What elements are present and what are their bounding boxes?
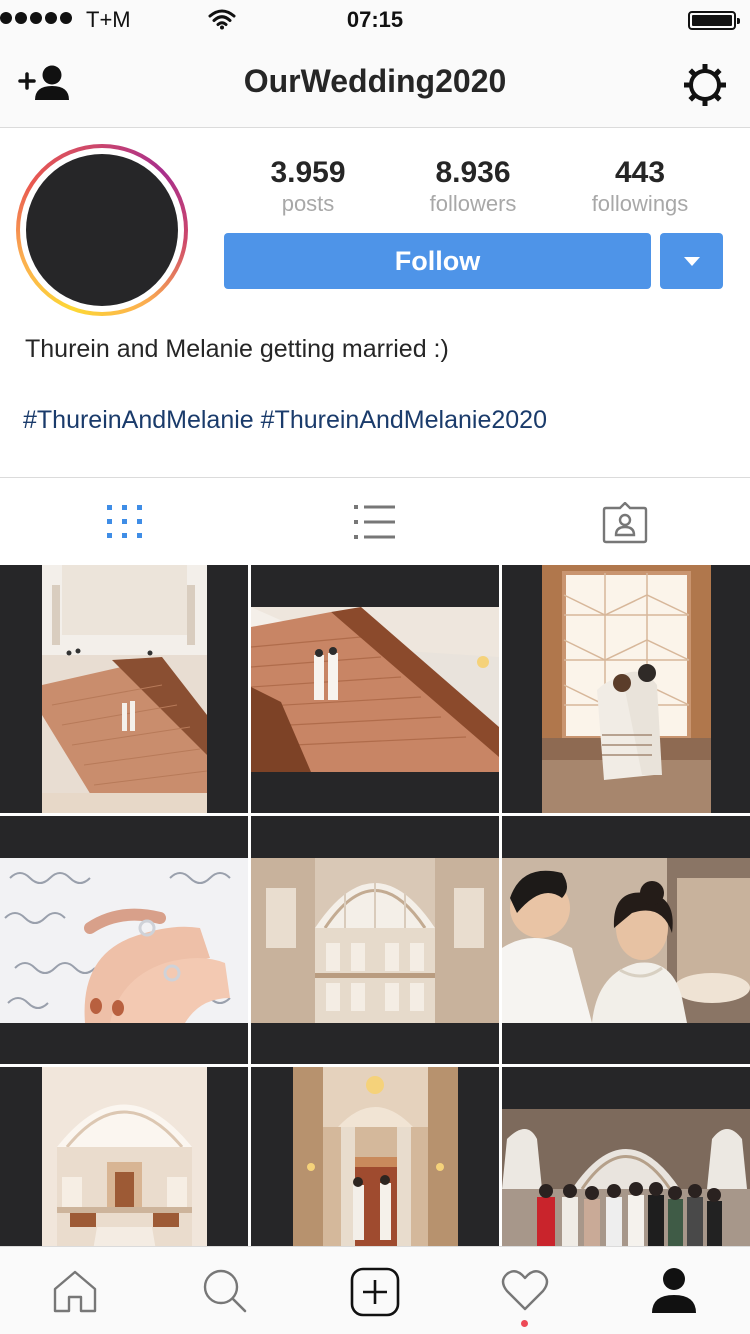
home-icon xyxy=(53,1270,97,1313)
followings-count: 443 xyxy=(614,156,666,189)
post-thumbnail[interactable] xyxy=(251,1067,499,1246)
post-thumbnail[interactable] xyxy=(502,816,750,1064)
tab-grid[interactable] xyxy=(0,478,250,566)
tab-search[interactable] xyxy=(150,1247,300,1334)
hashtag-link[interactable]: #ThureinAndMelanie2020 xyxy=(261,406,547,434)
posts-stat[interactable]: 3.959 posts xyxy=(228,155,388,217)
gear-icon[interactable] xyxy=(683,63,727,107)
post-thumbnail[interactable] xyxy=(251,565,499,813)
bio-hashtags: #ThureinAndMelanie #ThureinAndMelanie202… xyxy=(23,406,547,435)
post-photo xyxy=(42,1067,207,1246)
post-thumbnail[interactable] xyxy=(0,816,248,1064)
tab-list[interactable] xyxy=(250,478,500,566)
post-photo xyxy=(293,1067,458,1246)
profile-view-tabs xyxy=(0,477,750,565)
posts-label: posts xyxy=(281,191,335,216)
post-photo xyxy=(502,1109,750,1246)
battery-icon xyxy=(688,11,740,30)
posts-count: 3.959 xyxy=(270,156,346,189)
post-thumbnail[interactable] xyxy=(0,1067,248,1246)
followings-label: followings xyxy=(591,191,689,216)
avatar[interactable] xyxy=(26,154,178,306)
post-photo xyxy=(502,858,750,1023)
photo-grid xyxy=(0,565,750,1246)
notification-dot xyxy=(521,1320,528,1327)
followers-label: followers xyxy=(429,191,517,216)
post-photo xyxy=(251,858,499,1023)
list-icon xyxy=(354,505,395,539)
profile-bio: Thurein and Melanie getting married :) xyxy=(25,335,449,363)
search-icon xyxy=(203,1269,247,1313)
heart-icon xyxy=(501,1270,549,1311)
follow-button[interactable]: Follow xyxy=(224,233,651,289)
grid-icon xyxy=(107,505,142,538)
status-bar: T+M 07:15 xyxy=(0,0,750,40)
post-photo xyxy=(251,607,499,772)
page-title: OurWedding2020 xyxy=(243,63,507,99)
post-thumbnail[interactable] xyxy=(502,1067,750,1246)
post-thumbnail[interactable] xyxy=(251,816,499,1064)
tab-home[interactable] xyxy=(0,1247,150,1334)
tab-profile[interactable] xyxy=(600,1247,750,1334)
navigation-bar: OurWedding2020 xyxy=(0,40,750,128)
add-post-icon xyxy=(350,1267,400,1317)
tab-add-post[interactable] xyxy=(300,1247,450,1334)
bottom-tab-bar xyxy=(0,1246,750,1334)
post-thumbnail[interactable] xyxy=(502,565,750,813)
tagged-person-icon xyxy=(602,502,648,544)
post-thumbnail[interactable] xyxy=(0,565,248,813)
followers-count: 8.936 xyxy=(435,156,511,189)
caret-down-icon xyxy=(684,257,700,266)
hashtag-link[interactable]: #ThureinAndMelanie xyxy=(23,406,254,434)
avatar-ring xyxy=(16,144,188,316)
post-photo xyxy=(0,858,248,1023)
post-photo xyxy=(542,565,711,813)
followings-stat[interactable]: 443 followings xyxy=(560,155,720,217)
tab-tagged[interactable] xyxy=(500,478,750,566)
clock: 07:15 xyxy=(346,7,404,32)
post-photo xyxy=(42,565,207,813)
profile-icon xyxy=(652,1268,696,1313)
suggestions-dropdown-button[interactable] xyxy=(660,233,723,289)
followers-stat[interactable]: 8.936 followers xyxy=(393,155,553,217)
